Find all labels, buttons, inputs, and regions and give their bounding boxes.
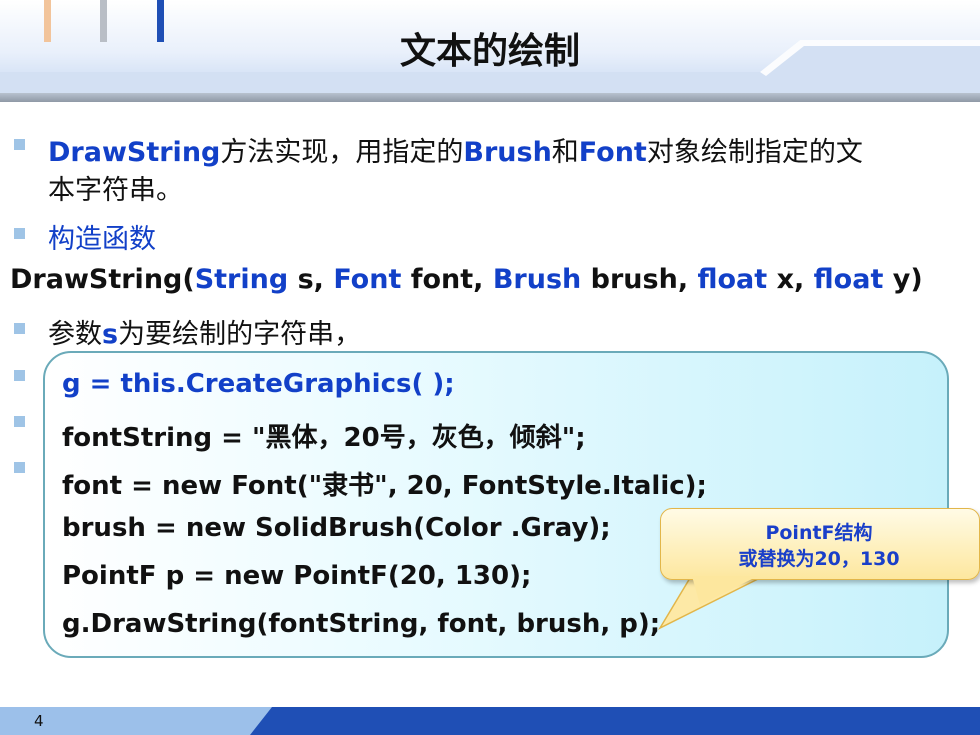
callout-line-2: 或替换为20，130 — [738, 548, 900, 570]
footer-bar — [0, 707, 980, 735]
callout-line-1: PointF结构 — [765, 522, 873, 544]
callout-pointer-cover — [692, 576, 758, 605]
page-number: 4 — [34, 712, 44, 730]
